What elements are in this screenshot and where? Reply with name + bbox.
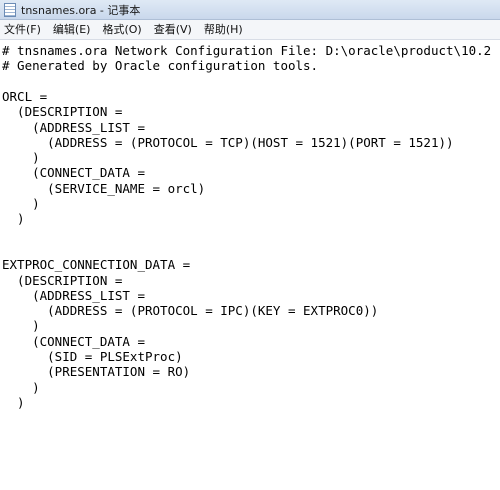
editor-line: EXTPROC_CONNECTION_DATA =	[2, 257, 191, 273]
title-bar[interactable]: tnsnames.ora - 记事本	[0, 0, 500, 20]
editor-line: (ADDRESS = (PROTOCOL = IPC)(KEY = EXTPRO…	[2, 303, 379, 319]
menu-help[interactable]: 帮助(H)	[198, 20, 249, 39]
window-title: tnsnames.ora - 记事本	[21, 3, 141, 17]
text-editor-area[interactable]: # tnsnames.ora Network Configuration Fil…	[0, 40, 500, 490]
editor-line: )	[2, 196, 40, 211]
menu-view[interactable]: 查看(V)	[148, 20, 198, 39]
editor-line: (CONNECT_DATA =	[2, 333, 145, 349]
editor-line: (ADDRESS_LIST =	[2, 287, 145, 303]
editor-line: (CONNECT_DATA =	[2, 165, 145, 181]
editor-line: (DESCRIPTION =	[2, 272, 123, 288]
editor-line: )	[2, 211, 25, 227]
editor-line: )	[2, 318, 40, 334]
menu-file[interactable]: 文件(F)	[0, 20, 47, 39]
editor-line: (DESCRIPTION =	[2, 104, 123, 120]
editor-line: (ADDRESS_LIST =	[2, 119, 145, 135]
editor-line: (SERVICE_NAME = orcl)	[2, 180, 206, 196]
notepad-icon	[4, 2, 16, 17]
editor-line: )	[2, 394, 25, 410]
editor-line: )	[2, 150, 40, 166]
editor-line: # tnsnames.ora Network Configuration Fil…	[2, 43, 492, 58]
menu-edit[interactable]: 编辑(E)	[47, 20, 97, 39]
editor-line: )	[2, 379, 40, 395]
editor-line: (PRESENTATION = RO)	[2, 364, 191, 380]
menu-format[interactable]: 格式(O)	[96, 20, 147, 39]
editor-line: ORCL =	[2, 88, 48, 104]
editor-line: # Generated by Oracle configuration tool…	[2, 58, 319, 74]
editor-line: (SID = PLSExtProc)	[2, 349, 183, 364]
editor-line: (ADDRESS = (PROTOCOL = TCP)(HOST = 1521)…	[2, 134, 454, 150]
menu-bar: 文件(F) 编辑(E) 格式(O) 查看(V) 帮助(H)	[0, 20, 500, 40]
